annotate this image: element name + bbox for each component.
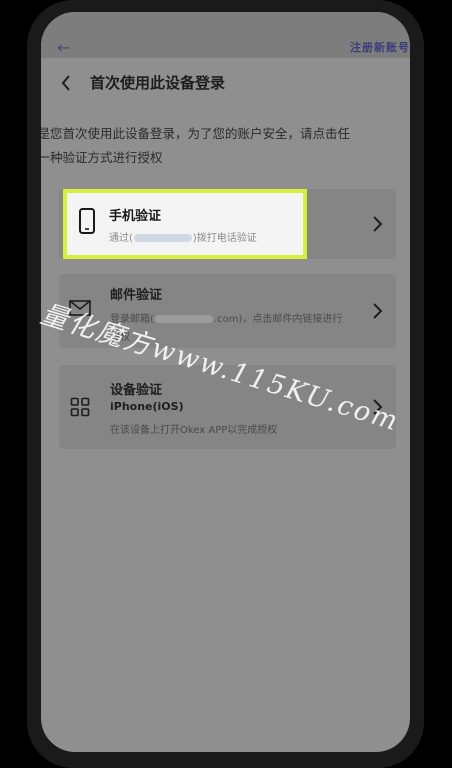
- device-name: iPhone(iOS): [110, 400, 184, 413]
- masked-phone-number: [133, 234, 192, 242]
- page-title: 首次使用此设备登录: [90, 74, 226, 92]
- phone-verification-subtitle: 通过( )拨打电话验证: [109, 229, 257, 244]
- underlying-top-bar: ← 注册新账号: [41, 12, 410, 58]
- masked-email: [154, 315, 213, 323]
- underlying-register-link: 注册新账号: [350, 41, 410, 54]
- dialog-header: 首次使用此设备登录: [41, 58, 410, 110]
- grid-apps-icon: [70, 397, 90, 417]
- chevron-right-icon: [373, 216, 383, 232]
- smartphone-icon: [79, 208, 95, 234]
- device-verification-subtitle: 在该设备上打开Okex APP以完成授权: [110, 425, 278, 436]
- phone-sub-prefix: 通过(: [109, 233, 133, 244]
- email-verification-title: 邮件验证: [110, 288, 163, 303]
- chevron-right-icon: [373, 303, 383, 319]
- phone-sub-suffix: )拨打电话验证: [192, 233, 257, 244]
- instruction-text-content: 这是您首次使用此设备登录，为了您的账户安全，请点击任意一种验证方式进行授权: [41, 126, 351, 165]
- back-button[interactable]: [51, 68, 81, 98]
- device-verification-title: 设备验证: [110, 383, 163, 398]
- email-sub-middle: .com)，点击邮件内链接进行: [213, 314, 343, 325]
- underlying-back-arrow-icon: ←: [57, 38, 71, 57]
- chevron-left-icon: [61, 75, 70, 91]
- phone-verification-highlight[interactable]: 手机验证 通过( )拨打电话验证: [63, 189, 307, 259]
- phone-verification-title: 手机验证: [109, 209, 162, 224]
